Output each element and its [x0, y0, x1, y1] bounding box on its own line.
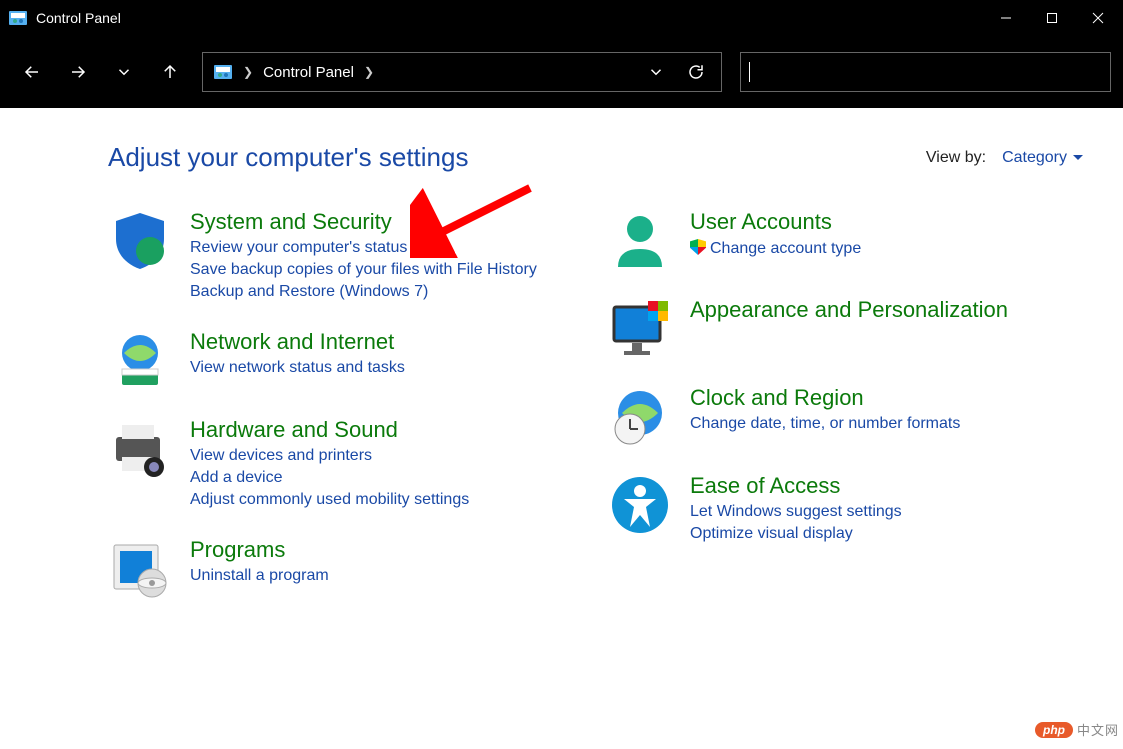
chevron-right-icon[interactable]: ❯ [243, 65, 253, 79]
close-button[interactable] [1075, 0, 1121, 36]
category-title[interactable]: Network and Internet [190, 329, 568, 355]
category-link[interactable]: Optimize visual display [690, 525, 1028, 543]
category-title[interactable]: Ease of Access [690, 473, 1028, 499]
watermark-brand: php [1035, 722, 1073, 738]
category-title[interactable]: User Accounts [690, 209, 1028, 235]
clock-globe-icon[interactable] [608, 385, 672, 449]
globe-icon[interactable] [108, 329, 172, 393]
category-system-and-security: System and Security Review your computer… [108, 209, 568, 305]
accessibility-icon[interactable] [608, 473, 672, 537]
user-icon[interactable] [608, 209, 672, 273]
category-link[interactable]: Save backup copies of your files with Fi… [190, 261, 568, 279]
category-link[interactable]: View network status and tasks [190, 359, 568, 377]
category-link[interactable]: Backup and Restore (Windows 7) [190, 283, 568, 301]
control-panel-icon [213, 62, 233, 82]
category-title[interactable]: Appearance and Personalization [690, 297, 1028, 323]
caret-down-icon [1073, 155, 1083, 160]
page-title: Adjust your computer's settings [108, 142, 468, 173]
recent-locations-button[interactable] [104, 52, 144, 92]
category-title[interactable]: Programs [190, 537, 568, 563]
address-history-button[interactable] [641, 52, 671, 92]
back-button[interactable] [12, 52, 52, 92]
shield-icon[interactable] [108, 209, 172, 273]
nav-bar: ❯ Control Panel ❯ [0, 36, 1123, 108]
category-network-and-internet: Network and Internet View network status… [108, 329, 568, 393]
view-by-label: View by: [926, 149, 986, 167]
app-icon [8, 8, 28, 28]
watermark: php 中文网 [1035, 720, 1119, 739]
category-clock-and-region: Clock and Region Change date, time, or n… [608, 385, 1028, 449]
maximize-button[interactable] [1029, 0, 1075, 36]
up-button[interactable] [150, 52, 190, 92]
minimize-button[interactable] [983, 0, 1029, 36]
category-appearance-and-personalization: Appearance and Personalization [608, 297, 1028, 361]
category-link[interactable]: Uninstall a program [190, 567, 568, 585]
title-bar: Control Panel [0, 0, 1123, 36]
category-link[interactable]: Add a device [190, 469, 568, 487]
view-by-value: Category [1002, 149, 1067, 167]
monitor-icon[interactable] [608, 297, 672, 361]
category-title[interactable]: System and Security [190, 209, 568, 235]
category-user-accounts: User Accounts Change account type [608, 209, 1028, 273]
view-by-dropdown[interactable]: Category [1002, 149, 1083, 167]
category-link[interactable]: Change account type [690, 239, 1028, 258]
category-programs: Programs Uninstall a program [108, 537, 568, 601]
category-link[interactable]: Change date, time, or number formats [690, 415, 1028, 433]
content-area: Adjust your computer's settings View by:… [0, 108, 1123, 625]
category-title[interactable]: Clock and Region [690, 385, 1028, 411]
window-title: Control Panel [36, 10, 121, 26]
category-link[interactable]: Review your computer's status [190, 239, 568, 257]
category-title[interactable]: Hardware and Sound [190, 417, 568, 443]
printer-icon[interactable] [108, 417, 172, 481]
chevron-right-icon[interactable]: ❯ [364, 65, 374, 79]
category-hardware-and-sound: Hardware and Sound View devices and prin… [108, 417, 568, 513]
watermark-text: 中文网 [1077, 720, 1119, 739]
category-link[interactable]: Let Windows suggest settings [690, 503, 1028, 521]
search-input[interactable] [740, 52, 1111, 92]
programs-icon[interactable] [108, 537, 172, 601]
address-bar[interactable]: ❯ Control Panel ❯ [202, 52, 722, 92]
refresh-button[interactable] [681, 52, 711, 92]
breadcrumb-root[interactable]: Control Panel [263, 64, 354, 81]
category-ease-of-access: Ease of Access Let Windows suggest setti… [608, 473, 1028, 547]
category-link[interactable]: Adjust commonly used mobility settings [190, 491, 568, 509]
category-link[interactable]: View devices and printers [190, 447, 568, 465]
forward-button[interactable] [58, 52, 98, 92]
